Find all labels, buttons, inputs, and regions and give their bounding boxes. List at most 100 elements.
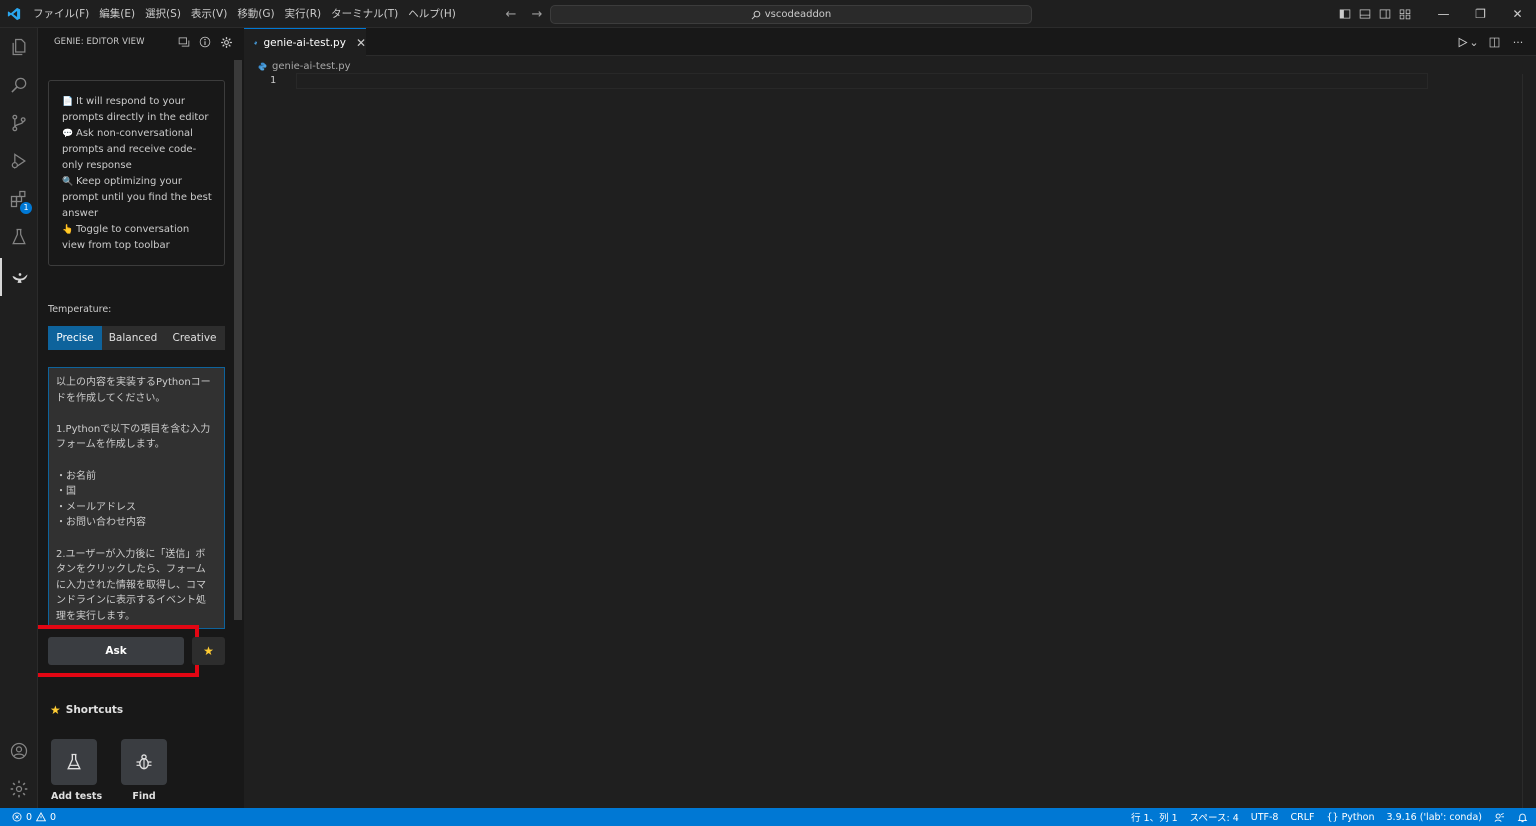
prompt-line: ドを作成してください。 bbox=[56, 392, 166, 404]
restore-icon[interactable]: ❐ bbox=[1462, 0, 1499, 28]
run-debug-icon[interactable] bbox=[0, 142, 38, 180]
prompt-textarea[interactable]: 以上の内容を実装するPythonコー ドを作成してください。 1.Pythonで以下… bbox=[48, 367, 225, 629]
code-editor-line[interactable] bbox=[296, 73, 1428, 89]
pointing-hand-icon: 👆 bbox=[62, 225, 74, 235]
menu-bar: ファイル(F) 編集(E) 選択(S) 表示(V) 移動(G) 実行(R) ター… bbox=[28, 0, 461, 28]
prompt-line: ・お名前 bbox=[56, 470, 96, 482]
shortcut-tile[interactable] bbox=[121, 739, 167, 785]
warning-count: 0 bbox=[50, 811, 57, 823]
encoding[interactable]: UTF-8 bbox=[1251, 812, 1279, 823]
more-actions-icon[interactable]: ··· bbox=[1510, 34, 1526, 50]
temperature-selector: Precise Balanced Creative bbox=[48, 326, 225, 350]
toggle-secondary-sidebar-icon[interactable] bbox=[1375, 0, 1395, 28]
genie-lamp-icon[interactable] bbox=[0, 258, 38, 296]
menu-edit[interactable]: 編集(E) bbox=[94, 3, 140, 25]
extensions-icon[interactable]: 1 bbox=[0, 180, 38, 218]
toggle-primary-sidebar-icon[interactable] bbox=[1335, 0, 1355, 28]
ask-button[interactable]: Ask bbox=[48, 637, 184, 665]
testing-flask-icon[interactable] bbox=[0, 218, 38, 256]
indentation[interactable]: スペース: 4 bbox=[1190, 810, 1239, 824]
temperature-balanced-button[interactable]: Balanced bbox=[102, 326, 164, 350]
back-arrow-icon[interactable]: ← bbox=[502, 5, 520, 23]
explorer-icon[interactable] bbox=[0, 28, 38, 66]
shortcut-label: Add tests bbox=[51, 791, 103, 802]
prompt-line: ・メールアドレス bbox=[56, 501, 136, 513]
end-of-line[interactable]: CRLF bbox=[1290, 812, 1314, 823]
source-control-icon[interactable] bbox=[0, 104, 38, 142]
settings-gear-icon[interactable] bbox=[218, 34, 234, 50]
shortcut-find-bugs[interactable]: Find bbox=[121, 739, 167, 802]
menu-selection[interactable]: 選択(S) bbox=[140, 3, 186, 25]
star-icon: ★ bbox=[203, 644, 214, 658]
braces-icon: {} bbox=[1326, 811, 1339, 823]
sidebar-title: GENIE: EDITOR VIEW bbox=[54, 37, 145, 47]
shortcut-add-tests[interactable]: Add tests bbox=[51, 739, 103, 802]
warning-icon bbox=[36, 812, 47, 822]
vscode-logo-icon bbox=[0, 0, 28, 28]
close-icon[interactable]: ✕ bbox=[356, 36, 366, 50]
tab-genie-ai-test[interactable]: genie-ai-test.py ✕ bbox=[244, 28, 366, 56]
sidebar-scrollbar[interactable] bbox=[234, 60, 242, 620]
info-item: 📄 It will respond to your prompts directl… bbox=[62, 96, 209, 123]
search-icon bbox=[751, 10, 760, 19]
shortcut-tile[interactable] bbox=[51, 739, 97, 785]
run-python-icon[interactable] bbox=[1454, 34, 1470, 50]
prompt-line: タンをクリックしたら、フォーム bbox=[56, 564, 206, 576]
menu-help[interactable]: ヘルプ(H) bbox=[403, 3, 461, 25]
prompt-line: 理を実行します。 bbox=[56, 610, 135, 622]
conversation-view-icon[interactable] bbox=[176, 34, 192, 50]
genie-info-card: 📄 It will respond to your prompts directl… bbox=[48, 80, 225, 266]
language-mode[interactable]: {} Python bbox=[1326, 812, 1374, 823]
info-item: 👆 Toggle to conversation view from top to… bbox=[62, 224, 190, 251]
prompt-line bbox=[56, 453, 218, 469]
line-number: 1 bbox=[270, 75, 277, 86]
editor-scrollbar[interactable] bbox=[1522, 74, 1536, 808]
editor-actions: ⌄ ··· bbox=[1454, 34, 1526, 50]
favorite-star-button[interactable]: ★ bbox=[192, 637, 225, 665]
python-interpreter[interactable]: 3.9.16 ('lab': conda) bbox=[1387, 812, 1483, 823]
search-text: vscodeaddon bbox=[764, 9, 832, 20]
menu-file[interactable]: ファイル(F) bbox=[28, 3, 94, 25]
info-icon[interactable] bbox=[197, 34, 213, 50]
command-center-search[interactable]: vscodeaddon bbox=[550, 5, 1032, 24]
cursor-position[interactable]: 行 1、列 1 bbox=[1131, 810, 1178, 824]
forward-arrow-icon[interactable]: → bbox=[528, 5, 546, 23]
python-file-icon bbox=[258, 62, 267, 70]
feedback-icon[interactable] bbox=[1494, 812, 1505, 823]
customize-layout-icon[interactable] bbox=[1395, 0, 1415, 28]
temperature-precise-button[interactable]: Precise bbox=[48, 326, 102, 350]
temperature-label: Temperature: bbox=[48, 304, 112, 315]
search-icon[interactable] bbox=[0, 66, 38, 104]
manage-gear-icon[interactable] bbox=[0, 770, 38, 808]
status-right: 行 1、列 1 スペース: 4 UTF-8 CRLF {} Python 3.9… bbox=[1131, 808, 1528, 826]
shortcuts-heading: ★ Shortcuts bbox=[50, 703, 124, 717]
title-right-controls: — ❐ ✕ bbox=[1335, 0, 1536, 28]
menu-terminal[interactable]: ターミナル(T) bbox=[326, 3, 403, 25]
problems-indicator[interactable]: 0 0 bbox=[12, 808, 56, 826]
notifications-bell-icon[interactable] bbox=[1517, 812, 1528, 823]
toggle-panel-icon[interactable] bbox=[1355, 0, 1375, 28]
split-editor-icon[interactable] bbox=[1486, 34, 1502, 50]
page-icon: 📄 bbox=[62, 97, 74, 107]
breadcrumb-file[interactable]: genie-ai-test.py bbox=[272, 61, 351, 72]
activity-bar: 1 bbox=[0, 28, 38, 808]
genie-sidebar: GENIE: EDITOR VIEW 📄 It will respond to y… bbox=[38, 28, 244, 808]
info-item: 🔍 Keep optimizing your prompt until you f… bbox=[62, 176, 212, 219]
prompt-line: 2.ユーザーが入力後に「送信」ボ bbox=[56, 548, 206, 560]
minimize-icon[interactable]: — bbox=[1425, 0, 1462, 28]
extensions-badge: 1 bbox=[20, 202, 32, 214]
run-dropdown-chevron-icon[interactable]: ⌄ bbox=[1469, 34, 1478, 50]
prompt-line bbox=[56, 531, 218, 547]
error-icon bbox=[12, 812, 22, 822]
navigation-arrows: ← → bbox=[502, 0, 546, 28]
close-icon[interactable]: ✕ bbox=[1499, 0, 1536, 28]
temperature-creative-button[interactable]: Creative bbox=[164, 326, 225, 350]
prompt-line: 以上の内容を実装するPythonコー bbox=[56, 377, 211, 388]
breadcrumb: genie-ai-test.py bbox=[258, 58, 351, 74]
accounts-icon[interactable] bbox=[0, 732, 38, 770]
menu-view[interactable]: 表示(V) bbox=[186, 3, 232, 25]
menu-run[interactable]: 実行(R) bbox=[280, 3, 327, 25]
star-icon: ★ bbox=[50, 703, 61, 717]
prompt-line: 1.Pythonで以下の項目を含む入力 bbox=[56, 423, 211, 435]
menu-go[interactable]: 移動(G) bbox=[232, 3, 279, 25]
